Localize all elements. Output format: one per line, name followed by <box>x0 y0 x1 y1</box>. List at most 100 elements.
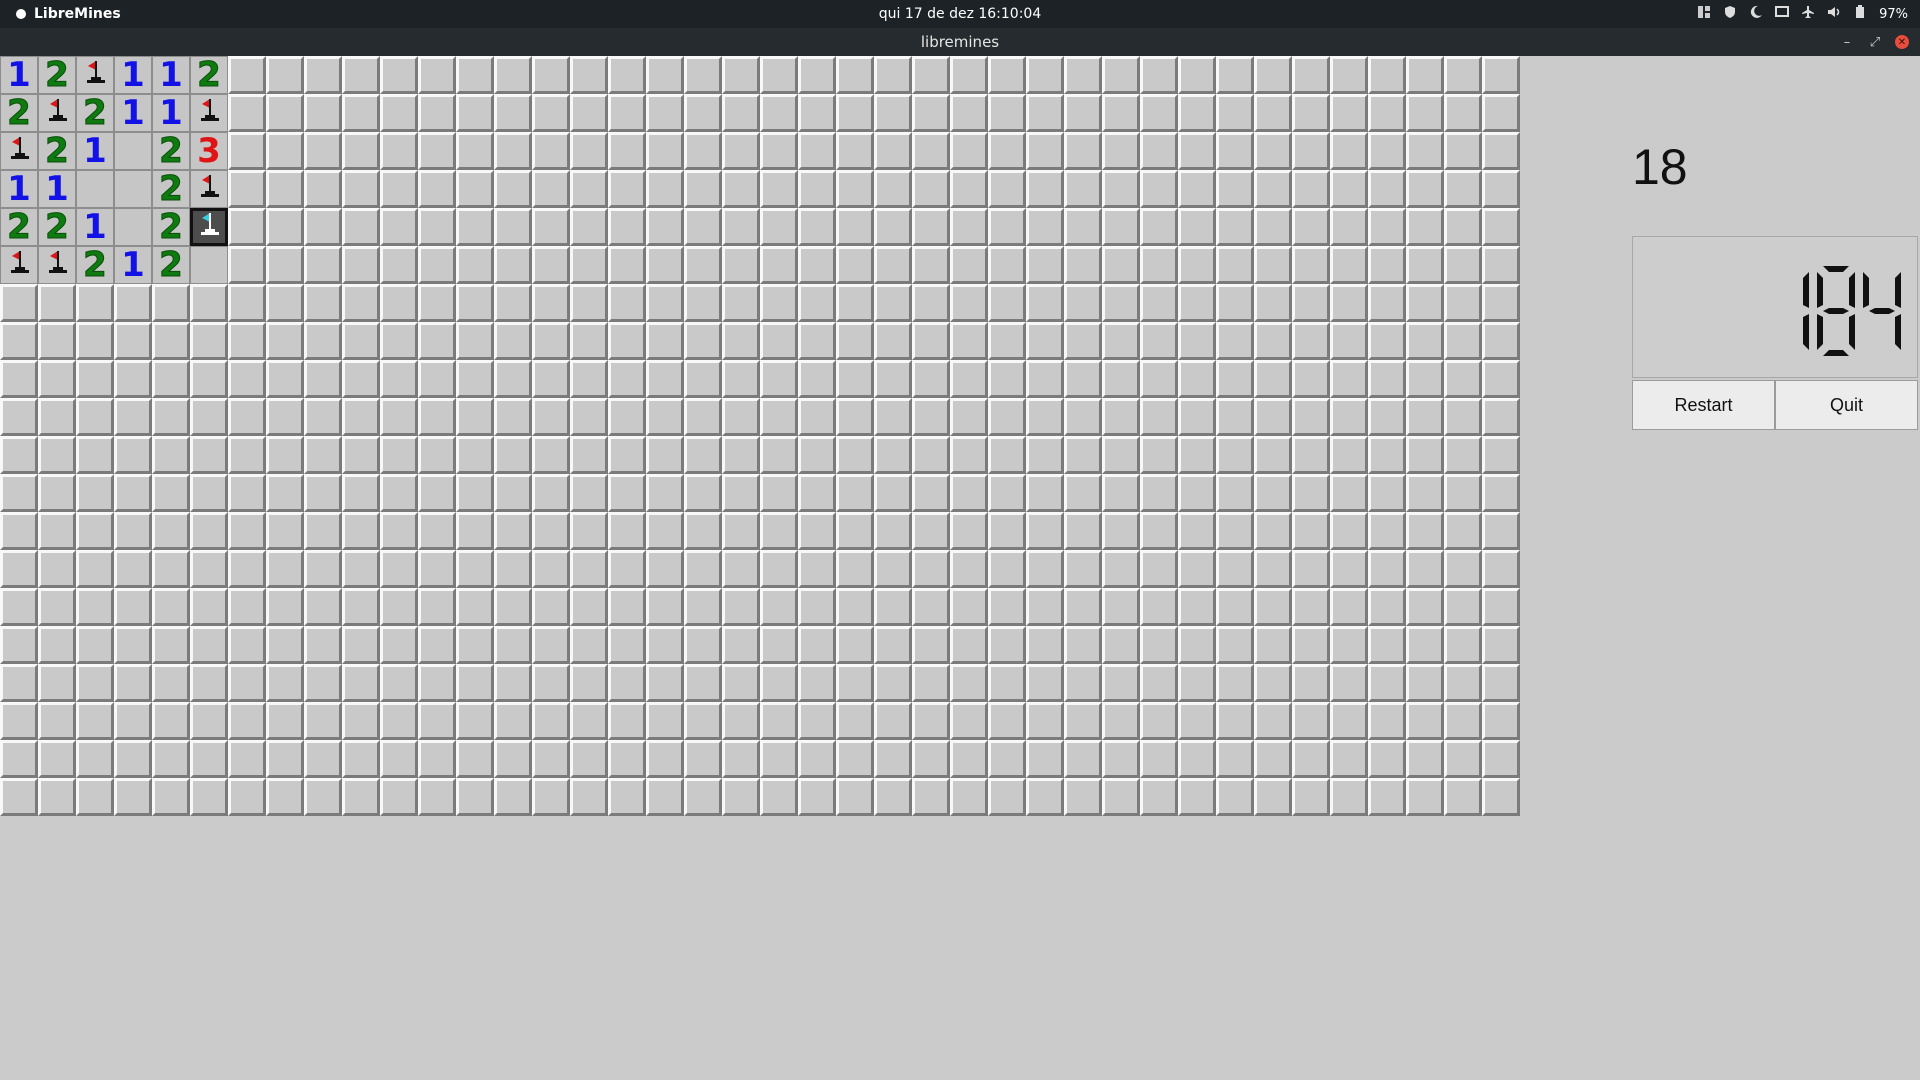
shield-icon[interactable] <box>1723 5 1737 23</box>
hidden-cell[interactable] <box>646 170 684 208</box>
hidden-cell[interactable] <box>684 778 722 816</box>
hidden-cell[interactable] <box>684 512 722 550</box>
hidden-cell[interactable] <box>1330 208 1368 246</box>
hidden-cell[interactable] <box>532 474 570 512</box>
hidden-cell[interactable] <box>912 360 950 398</box>
hidden-cell[interactable] <box>1178 322 1216 360</box>
hidden-cell[interactable] <box>1254 56 1292 94</box>
hidden-cell[interactable] <box>38 474 76 512</box>
quit-button[interactable]: Quit <box>1775 380 1918 430</box>
hidden-cell[interactable] <box>532 94 570 132</box>
hidden-cell[interactable] <box>266 702 304 740</box>
hidden-cell[interactable] <box>228 398 266 436</box>
hidden-cell[interactable] <box>646 56 684 94</box>
hidden-cell[interactable] <box>1406 132 1444 170</box>
hidden-cell[interactable] <box>760 208 798 246</box>
hidden-cell[interactable] <box>456 702 494 740</box>
hidden-cell[interactable] <box>836 550 874 588</box>
hidden-cell[interactable] <box>418 56 456 94</box>
hidden-cell[interactable] <box>760 626 798 664</box>
hidden-cell[interactable] <box>1482 398 1520 436</box>
hidden-cell[interactable] <box>38 588 76 626</box>
hidden-cell[interactable] <box>266 550 304 588</box>
hidden-cell[interactable] <box>1064 436 1102 474</box>
hidden-cell[interactable] <box>1406 322 1444 360</box>
number-cell[interactable]: 2 <box>0 94 38 132</box>
hidden-cell[interactable] <box>1482 322 1520 360</box>
hidden-cell[interactable] <box>988 550 1026 588</box>
hidden-cell[interactable] <box>874 170 912 208</box>
hidden-cell[interactable] <box>494 436 532 474</box>
number-cell[interactable]: 1 <box>114 56 152 94</box>
hidden-cell[interactable] <box>1026 56 1064 94</box>
hidden-cell[interactable] <box>266 474 304 512</box>
hidden-cell[interactable] <box>646 474 684 512</box>
hidden-cell[interactable] <box>494 284 532 322</box>
hidden-cell[interactable] <box>0 322 38 360</box>
hidden-cell[interactable] <box>228 664 266 702</box>
hidden-cell[interactable] <box>152 588 190 626</box>
hidden-cell[interactable] <box>1178 132 1216 170</box>
hidden-cell[interactable] <box>570 702 608 740</box>
hidden-cell[interactable] <box>1330 512 1368 550</box>
hidden-cell[interactable] <box>380 512 418 550</box>
hidden-cell[interactable] <box>950 132 988 170</box>
hidden-cell[interactable] <box>418 702 456 740</box>
hidden-cell[interactable] <box>798 132 836 170</box>
hidden-cell[interactable] <box>1444 702 1482 740</box>
hidden-cell[interactable] <box>1406 436 1444 474</box>
hidden-cell[interactable] <box>38 512 76 550</box>
hidden-cell[interactable] <box>874 284 912 322</box>
hidden-cell[interactable] <box>418 474 456 512</box>
hidden-cell[interactable] <box>912 284 950 322</box>
hidden-cell[interactable] <box>1292 284 1330 322</box>
hidden-cell[interactable] <box>646 436 684 474</box>
hidden-cell[interactable] <box>646 322 684 360</box>
hidden-cell[interactable] <box>988 170 1026 208</box>
hidden-cell[interactable] <box>760 284 798 322</box>
hidden-cell[interactable] <box>532 322 570 360</box>
hidden-cell[interactable] <box>570 56 608 94</box>
hidden-cell[interactable] <box>912 132 950 170</box>
hidden-cell[interactable] <box>608 132 646 170</box>
hidden-cell[interactable] <box>950 512 988 550</box>
hidden-cell[interactable] <box>988 664 1026 702</box>
hidden-cell[interactable] <box>836 56 874 94</box>
hidden-cell[interactable] <box>1064 360 1102 398</box>
hidden-cell[interactable] <box>228 740 266 778</box>
hidden-cell[interactable] <box>1368 208 1406 246</box>
hidden-cell[interactable] <box>114 284 152 322</box>
hidden-cell[interactable] <box>988 322 1026 360</box>
hidden-cell[interactable] <box>304 512 342 550</box>
hidden-cell[interactable] <box>152 398 190 436</box>
hidden-cell[interactable] <box>494 778 532 816</box>
hidden-cell[interactable] <box>1368 322 1406 360</box>
hidden-cell[interactable] <box>1254 132 1292 170</box>
hidden-cell[interactable] <box>874 246 912 284</box>
hidden-cell[interactable] <box>456 436 494 474</box>
hidden-cell[interactable] <box>1406 284 1444 322</box>
hidden-cell[interactable] <box>1140 208 1178 246</box>
hidden-cell[interactable] <box>1482 588 1520 626</box>
hidden-cell[interactable] <box>152 474 190 512</box>
hidden-cell[interactable] <box>1482 550 1520 588</box>
clock[interactable]: qui 17 de dez 16:10:04 <box>0 0 1920 28</box>
hidden-cell[interactable] <box>1026 740 1064 778</box>
hidden-cell[interactable] <box>1216 512 1254 550</box>
hidden-cell[interactable] <box>1482 436 1520 474</box>
hidden-cell[interactable] <box>760 474 798 512</box>
hidden-cell[interactable] <box>342 398 380 436</box>
hidden-cell[interactable] <box>912 664 950 702</box>
hidden-cell[interactable] <box>494 360 532 398</box>
hidden-cell[interactable] <box>1178 436 1216 474</box>
hidden-cell[interactable] <box>380 246 418 284</box>
hidden-cell[interactable] <box>608 360 646 398</box>
hidden-cell[interactable] <box>342 360 380 398</box>
hidden-cell[interactable] <box>570 474 608 512</box>
hidden-cell[interactable] <box>266 512 304 550</box>
hidden-cell[interactable] <box>380 360 418 398</box>
hidden-cell[interactable] <box>798 512 836 550</box>
hidden-cell[interactable] <box>1216 94 1254 132</box>
hidden-cell[interactable] <box>684 246 722 284</box>
hidden-cell[interactable] <box>646 132 684 170</box>
